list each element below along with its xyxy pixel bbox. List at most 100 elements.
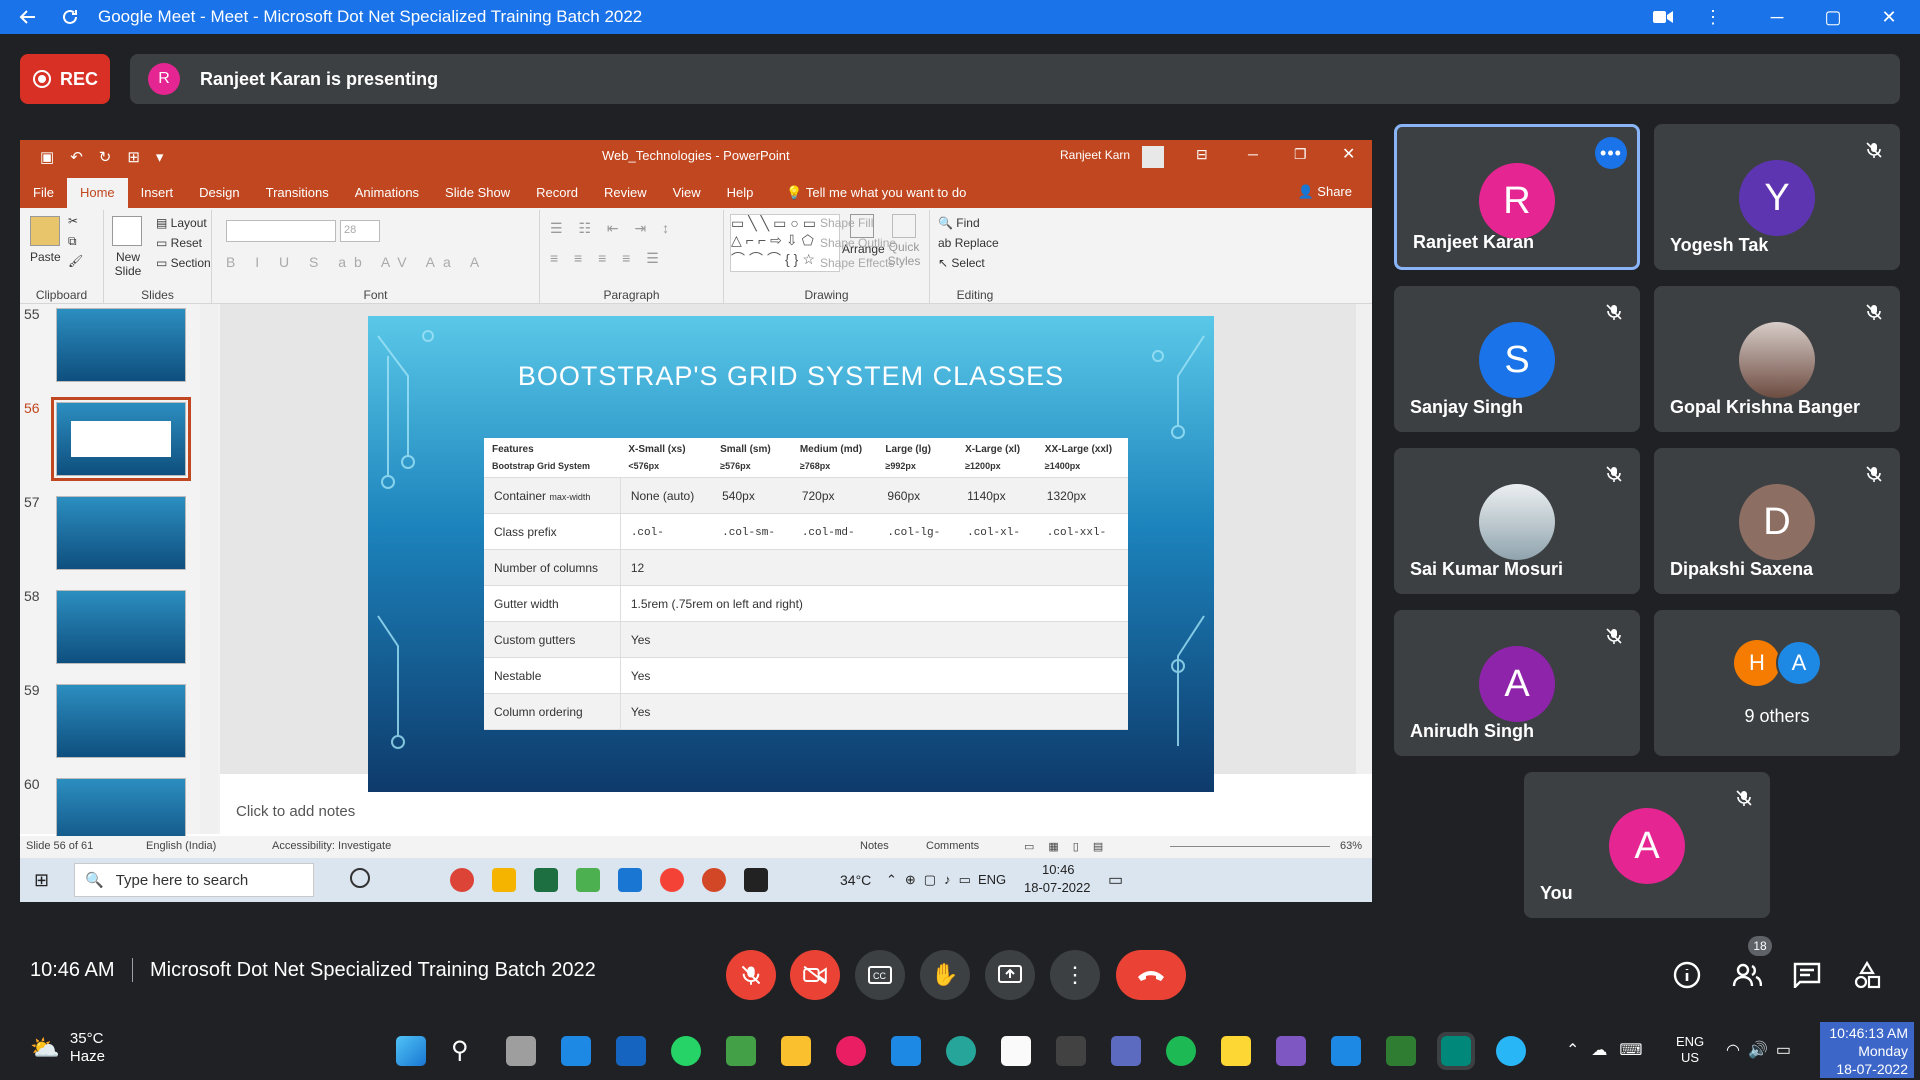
- slack-icon[interactable]: [836, 1036, 866, 1066]
- font-style-buttons[interactable]: B I U S ab AV Aa A: [226, 254, 487, 270]
- taskbar-search[interactable]: 🔍 Type here to search: [74, 863, 314, 897]
- language-status[interactable]: English (India): [146, 840, 216, 852]
- participant-tile[interactable]: R ••• Ranjeet Karan: [1394, 124, 1640, 270]
- thumb-slide-56[interactable]: [51, 397, 191, 481]
- thumb-slide-55[interactable]: [56, 308, 186, 382]
- font-size-box[interactable]: 28: [340, 220, 380, 242]
- comments-toggle[interactable]: Comments: [926, 840, 979, 852]
- game-icon[interactable]: [1056, 1036, 1086, 1066]
- task-view-icon[interactable]: [506, 1036, 536, 1066]
- participant-tile[interactable]: D Dipakshi Saxena: [1654, 448, 1900, 594]
- sticky-notes-icon[interactable]: [1221, 1036, 1251, 1066]
- terminal-icon[interactable]: [744, 868, 768, 892]
- telegram-icon[interactable]: [1496, 1036, 1526, 1066]
- cortana-icon[interactable]: [350, 868, 370, 888]
- present-screen-button[interactable]: [985, 950, 1035, 1000]
- participant-tile[interactable]: S Sanjay Singh: [1394, 286, 1640, 432]
- pp-restore-button[interactable]: ❐: [1294, 146, 1307, 163]
- select-button[interactable]: ↖ Select: [938, 256, 985, 270]
- new-slide-label[interactable]: New Slide: [108, 250, 148, 278]
- more-options-icon[interactable]: •••: [1595, 137, 1627, 169]
- meeting-details-icon[interactable]: [1670, 958, 1704, 992]
- customize-qat-icon[interactable]: ▾: [156, 148, 164, 166]
- format-painter-icon[interactable]: 🖌: [68, 254, 83, 268]
- search-icon[interactable]: ⚲: [451, 1036, 481, 1066]
- find-button[interactable]: 🔍 Find: [938, 216, 980, 230]
- language-indicator[interactable]: ENG US: [1676, 1034, 1704, 1066]
- self-tile[interactable]: A You: [1524, 772, 1770, 918]
- save-icon[interactable]: ▣: [40, 148, 54, 166]
- language-indicator[interactable]: ENG: [978, 872, 1006, 887]
- camera-icon[interactable]: [1636, 0, 1690, 34]
- pp-minimize-button[interactable]: ─: [1248, 146, 1258, 162]
- more-vert-icon[interactable]: ⋮: [1686, 0, 1740, 34]
- spotify-icon[interactable]: [1166, 1036, 1196, 1066]
- app-icon[interactable]: [726, 1036, 756, 1066]
- tab-help[interactable]: Help: [714, 178, 767, 208]
- pp-close-button[interactable]: ✕: [1342, 144, 1355, 164]
- windows-start-icon[interactable]: ⊞: [34, 870, 49, 891]
- recording-badge[interactable]: REC: [20, 54, 110, 104]
- vscode-icon[interactable]: [1331, 1036, 1361, 1066]
- thumb-slide-59[interactable]: [56, 684, 186, 758]
- participant-tile[interactable]: Gopal Krishna Banger: [1654, 286, 1900, 432]
- camera-toggle-button[interactable]: [790, 950, 840, 1000]
- layout-button[interactable]: ▤ Layout: [156, 216, 207, 230]
- list-buttons[interactable]: ☰ ☷ ⇤ ⇥ ↕: [550, 220, 675, 237]
- tab-slide-show[interactable]: Slide Show: [432, 178, 523, 208]
- powerpoint-icon[interactable]: [702, 868, 726, 892]
- ribbon-display-icon[interactable]: ⊟: [1196, 146, 1208, 163]
- minimize-button[interactable]: ─: [1750, 0, 1804, 34]
- thumb-slide-58[interactable]: [56, 590, 186, 664]
- paste-icon[interactable]: [30, 216, 60, 246]
- accessibility-status[interactable]: Accessibility: Investigate: [272, 840, 391, 852]
- weather-temp[interactable]: 34°C: [840, 872, 871, 888]
- snipping-tool-icon[interactable]: [616, 1036, 646, 1066]
- tab-view[interactable]: View: [660, 178, 714, 208]
- shape-effects-button[interactable]: Shape Effects: [820, 256, 895, 270]
- photos-icon[interactable]: [576, 868, 600, 892]
- notifications-icon[interactable]: ▭: [1108, 870, 1123, 890]
- user-avatar-icon[interactable]: [1142, 146, 1164, 168]
- zoom-slider[interactable]: [1170, 846, 1330, 847]
- file-explorer-icon[interactable]: [492, 868, 516, 892]
- thumb-slide-57[interactable]: [56, 496, 186, 570]
- shape-outline-button[interactable]: Shape Outline: [820, 236, 896, 250]
- shape-fill-button[interactable]: Shape Fill: [820, 216, 873, 230]
- weather-widget[interactable]: ⛅ 35°C Haze: [30, 1030, 105, 1066]
- thumbnails-scrollbar[interactable]: [200, 304, 218, 834]
- tell-me-box[interactable]: 💡 Tell me what you want to do: [786, 178, 966, 208]
- file-explorer-icon[interactable]: [781, 1036, 811, 1066]
- chrome-icon[interactable]: [450, 868, 474, 892]
- cut-icon[interactable]: ✂: [68, 214, 78, 228]
- vscode-icon[interactable]: [618, 868, 642, 892]
- visual-studio-icon[interactable]: [1276, 1036, 1306, 1066]
- leave-call-button[interactable]: [1116, 950, 1186, 1000]
- activities-icon[interactable]: [1850, 958, 1884, 992]
- paste-label[interactable]: Paste: [30, 250, 61, 264]
- copy-icon[interactable]: ⧉: [68, 234, 77, 249]
- tab-transitions[interactable]: Transitions: [253, 178, 342, 208]
- mail-icon[interactable]: [561, 1036, 591, 1066]
- system-icons[interactable]: ◠🔊▭: [1726, 1040, 1799, 1060]
- chat-icon[interactable]: [1790, 958, 1824, 992]
- undo-icon[interactable]: ↶: [70, 148, 83, 166]
- zoom-level[interactable]: 63%: [1340, 840, 1362, 852]
- replace-button[interactable]: ab Replace: [938, 236, 999, 250]
- maximize-button[interactable]: ▢: [1806, 0, 1860, 34]
- tab-design[interactable]: Design: [186, 178, 252, 208]
- reset-button[interactable]: ▭ Reset: [156, 236, 202, 250]
- raise-hand-button[interactable]: ✋: [920, 950, 970, 1000]
- chrome-icon-2[interactable]: [660, 868, 684, 892]
- others-tile[interactable]: H A 9 others: [1654, 610, 1900, 756]
- tab-file[interactable]: File: [20, 178, 67, 208]
- people-icon[interactable]: [1730, 958, 1764, 992]
- participant-tile[interactable]: Sai Kumar Mosuri: [1394, 448, 1640, 594]
- view-buttons[interactable]: ▭▦▯▤: [1024, 840, 1117, 853]
- notes-toggle[interactable]: Notes: [860, 840, 889, 852]
- participant-tile[interactable]: Y Yogesh Tak: [1654, 124, 1900, 270]
- font-name-box[interactable]: [226, 220, 336, 242]
- tray-icons[interactable]: ⌃☁⌨: [1566, 1040, 1655, 1060]
- whatsapp-icon[interactable]: [671, 1036, 701, 1066]
- tab-review[interactable]: Review: [591, 178, 660, 208]
